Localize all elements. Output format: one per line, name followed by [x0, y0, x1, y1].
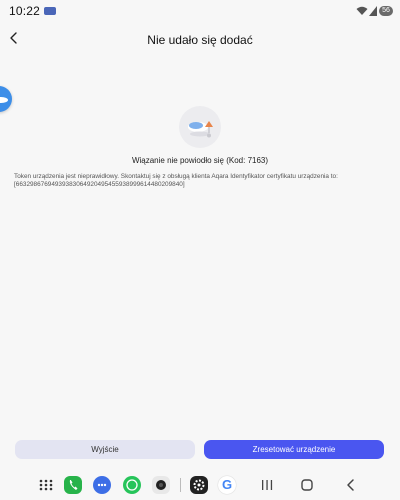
signal-icon — [369, 6, 377, 16]
floating-assistant-bubble[interactable] — [0, 86, 12, 112]
home-icon[interactable] — [298, 476, 316, 494]
page-title: Nie udało się dodać — [147, 33, 253, 47]
google-app-icon[interactable]: G — [218, 476, 236, 494]
exit-button[interactable]: Wyjście — [15, 440, 195, 459]
whatsapp-glyph-icon — [126, 479, 138, 491]
phone-app-icon[interactable] — [64, 476, 82, 494]
chat-bubble-icon — [97, 483, 107, 487]
error-title: Wiązanie nie powiodło się (Kod: 7163) — [131, 156, 269, 165]
back-icon[interactable] — [342, 476, 360, 494]
app-notification-icon — [44, 7, 56, 15]
whatsapp-app-icon[interactable] — [123, 476, 141, 494]
reset-device-button[interactable]: Zresetować urządzenie — [204, 440, 384, 459]
error-illustration — [179, 106, 221, 148]
messages-app-icon[interactable] — [93, 476, 111, 494]
phone-glyph-icon — [69, 480, 78, 490]
device-certificate-id: [663298676949393830649204954559389996144… — [14, 181, 185, 188]
dock-divider — [180, 478, 181, 492]
error-message: Token urządzenia jest nieprawidłowy. Sko… — [14, 173, 338, 180]
settings-app-icon[interactable] — [190, 476, 208, 494]
header-bar: Nie udało się dodać — [0, 24, 400, 56]
navigation-dock: G — [0, 472, 400, 500]
apps-grid-icon[interactable] — [37, 476, 55, 494]
battery-icon: 56 — [379, 6, 393, 16]
camera-app-icon[interactable] — [152, 476, 170, 494]
status-bar: 10:22 56 — [0, 0, 400, 22]
camera-lens-icon — [156, 480, 166, 490]
status-time: 10:22 — [9, 4, 41, 18]
recents-icon[interactable] — [258, 476, 276, 494]
gear-icon — [193, 479, 205, 491]
cloud-icon — [0, 97, 8, 103]
cloud-device-illustration — [188, 121, 213, 138]
wifi-icon — [356, 6, 368, 15]
